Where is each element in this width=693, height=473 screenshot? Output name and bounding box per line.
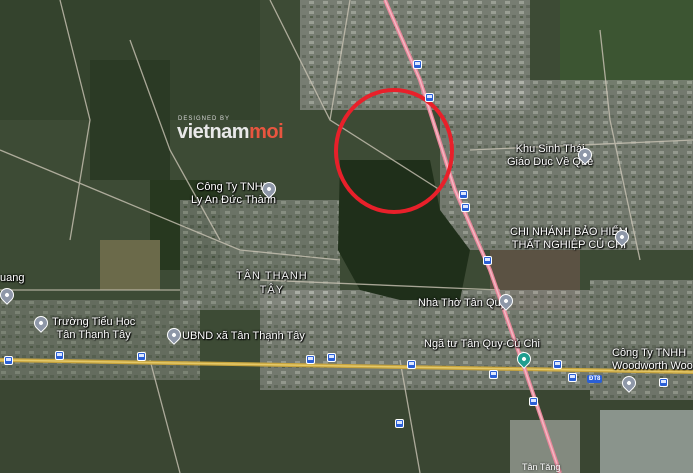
place-label-woodworth[interactable]: Công Ty TNHH Woodworth Wood bbox=[612, 347, 693, 373]
bus-stop-icon[interactable] bbox=[407, 360, 416, 369]
bus-stop-icon[interactable] bbox=[306, 355, 315, 364]
place-label-line2: Woodworth Wood bbox=[612, 360, 693, 372]
watermark-brand-accent: moi bbox=[249, 121, 284, 143]
bus-stop-icon[interactable] bbox=[137, 352, 146, 361]
bus-stop-icon[interactable] bbox=[413, 60, 422, 69]
bus-stop-icon[interactable] bbox=[425, 93, 434, 102]
bus-stop-icon[interactable] bbox=[568, 373, 577, 382]
bus-stop-icon[interactable] bbox=[459, 190, 468, 199]
road-shield-dt8: ĐT8 bbox=[587, 375, 603, 383]
watermark-brand-main: vietnam bbox=[177, 121, 250, 143]
place-label-left-cut: uang bbox=[0, 272, 25, 284]
place-label-line2: Ly An Đức Thành bbox=[191, 194, 277, 206]
place-label-truong[interactable]: Trường Tiểu Học Tân Thạnh Tây bbox=[52, 316, 135, 342]
bus-stop-icon[interactable] bbox=[327, 353, 336, 362]
bus-stop-icon[interactable] bbox=[461, 203, 470, 212]
place-label-ubnd[interactable]: UBND xã Tân Thạnh Tây bbox=[182, 330, 305, 343]
place-label-line1: Trường Tiểu Học bbox=[52, 316, 136, 328]
vietnammoi-watermark: DESIGNED BY vietnammoi bbox=[177, 116, 284, 143]
bus-stop-icon[interactable] bbox=[4, 356, 13, 365]
area-label-line1: TÂN THẠNH bbox=[236, 270, 308, 282]
area-label-tan-thanh-tay: TÂN THẠNH TÂY bbox=[236, 269, 308, 297]
bus-stop-icon[interactable] bbox=[395, 419, 404, 428]
place-label-nga-tu[interactable]: Ngã tư Tân Quy-Củ Chi bbox=[424, 338, 540, 351]
bus-stop-icon[interactable] bbox=[659, 378, 668, 387]
bus-stop-icon[interactable] bbox=[553, 360, 562, 369]
place-label-line1: Công Ty TNHH bbox=[612, 347, 687, 359]
place-label-line1: CHI NHÁNH BẢO HIỂM bbox=[510, 226, 628, 238]
place-label-bao-hiem[interactable]: CHI NHÁNH BẢO HIỂM THẤT NGHIỆP CỦ CHI bbox=[510, 226, 628, 252]
bus-stop-icon[interactable] bbox=[529, 397, 538, 406]
bus-stop-icon[interactable] bbox=[489, 370, 498, 379]
place-label-line2: Tân Thạnh Tây bbox=[56, 329, 131, 341]
highlight-circle bbox=[334, 88, 454, 214]
area-label-line2: TÂY bbox=[259, 284, 285, 296]
place-label-tan-tang: Tân Tăng bbox=[522, 462, 561, 472]
place-label-nha-tho[interactable]: Nhà Thờ Tân Quy bbox=[418, 297, 506, 310]
bus-stop-icon[interactable] bbox=[55, 351, 64, 360]
watermark-brand: vietnammoi bbox=[177, 121, 284, 143]
place-label-line2: THẤT NGHIỆP CỦ CHI bbox=[511, 239, 627, 251]
bus-stop-icon[interactable] bbox=[483, 256, 492, 265]
satellite-map[interactable]: DESIGNED BY vietnammoi TÂN THẠNH TÂY Khu… bbox=[0, 0, 693, 473]
